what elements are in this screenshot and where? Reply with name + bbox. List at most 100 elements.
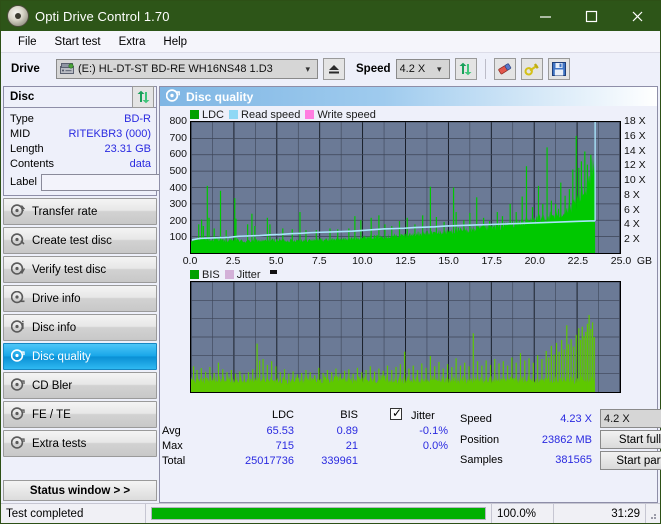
status-window-button[interactable]: Status window > >: [3, 480, 157, 501]
sidebar-item-label: Disc info: [32, 321, 77, 334]
axis-tick-label: 22.5: [567, 255, 589, 267]
axis-tick-label: 25.0: [610, 255, 632, 267]
drive-toolbar: Drive (E:) HL-DT-ST BD-RE WH16NS48 1.D3 …: [1, 53, 660, 85]
drive-icon: [60, 63, 74, 75]
axis-tick-label: 15.0: [438, 255, 459, 267]
disc-type-key: Type: [10, 112, 34, 125]
menu-item-extra[interactable]: Extra: [110, 34, 155, 50]
axis-unit-label: GB: [636, 255, 652, 267]
close-icon[interactable]: [614, 1, 660, 31]
chart-bis-y-axis: [162, 281, 190, 393]
stats-panel: LDC BIS Jitter Avg 65.53 0.89 -0.1% Max …: [160, 406, 661, 473]
stats-header-ldc: LDC: [271, 409, 294, 421]
axis-tick-label: 100: [169, 231, 187, 244]
stats-row-max: Max: [162, 440, 183, 452]
sidebar-item-extra-tests[interactable]: Extra tests: [3, 430, 157, 457]
sidebar-item-label: Disc quality: [32, 350, 91, 363]
maximize-icon[interactable]: [568, 1, 614, 31]
eject-button[interactable]: [323, 58, 345, 80]
axis-tick-label: 2 X: [624, 232, 640, 245]
axis-tick-label: 12.5: [395, 255, 416, 267]
sidebar-item-label: Transfer rate: [32, 205, 98, 218]
disc-row-mid: MID RITEKBR3 (000): [4, 126, 156, 141]
disc-icon: [10, 435, 25, 452]
test-speed-select[interactable]: 4.2 X ▾: [600, 409, 661, 428]
menu-item-file[interactable]: File: [9, 34, 46, 50]
legend-item-ldc: LDC: [190, 109, 224, 121]
stats-max-bis: 21: [345, 440, 358, 452]
progress-percent: 100.0%: [492, 504, 554, 523]
sidebar-item-label: Create test disc: [32, 234, 112, 247]
window-title: Opti Drive Control 1.70: [35, 8, 170, 24]
legend-swatch-ldc: [190, 110, 199, 119]
sidebar-item-cd-bler[interactable]: CD Bler: [3, 372, 157, 399]
stats-speed-label: Speed: [460, 413, 492, 425]
axis-tick-label: 10.0: [352, 255, 373, 267]
erase-button[interactable]: [493, 58, 516, 80]
stats-samples-value: 381565: [555, 454, 592, 466]
legend-swatch-write-speed: [305, 110, 315, 119]
chart-bis: BIS Jitter: [160, 268, 657, 407]
drive-select[interactable]: (E:) HL-DT-ST BD-RE WH16NS48 1.D3 ▾: [56, 59, 318, 79]
sidebar-item-create-test-disc[interactable]: Create test disc: [3, 227, 157, 254]
axis-tick-label: 0.0: [182, 255, 198, 267]
axis-tick-label: 14 X: [624, 144, 646, 157]
elapsed-time: 31:29: [554, 504, 646, 523]
disc-label-key: Label: [10, 176, 37, 188]
sidebar-item-drive-info[interactable]: Drive info: [3, 285, 157, 312]
disc-icon: [10, 261, 26, 278]
progress-bar: [146, 504, 492, 523]
disc-panel-header: Disc: [4, 86, 156, 108]
resize-grip[interactable]: [646, 509, 658, 521]
sidebar-item-label: Drive info: [32, 292, 81, 305]
status-bar: Test completed 100.0% 31:29: [1, 503, 660, 523]
stats-avg-ldc: 65.53: [266, 425, 294, 437]
disc-contents-key: Contents: [10, 157, 55, 170]
legend-swatch-bis: [190, 270, 199, 279]
sidebar-item-verify-test-disc[interactable]: Verify test disc: [3, 256, 157, 283]
refresh-button[interactable]: [454, 58, 477, 80]
sidebar-item-disc-quality[interactable]: Disc quality: [3, 343, 157, 370]
axis-tick-label: 500: [169, 164, 187, 177]
disc-type-value: BD-R: [124, 112, 151, 125]
sidebar-item-disc-info[interactable]: Disc info: [3, 314, 157, 341]
axis-tick-label: 20.0: [524, 255, 546, 267]
sidebar-item-label: CD Bler: [32, 379, 73, 392]
disc-icon: [10, 290, 25, 307]
start-full-button[interactable]: Start full: [600, 430, 661, 449]
sidebar-item-transfer-rate[interactable]: Transfer rate: [3, 198, 157, 225]
jitter-checkbox[interactable]: [390, 406, 402, 421]
disc-refresh-button[interactable]: [132, 86, 154, 108]
save-button[interactable]: [547, 58, 570, 80]
legend-item-bis: BIS: [190, 269, 220, 281]
disc-length-key: Length: [10, 142, 44, 155]
minimize-icon[interactable]: [522, 1, 568, 31]
axis-tick-label: 7.5: [311, 255, 327, 267]
axis-tick-label: 8 X: [624, 188, 640, 201]
start-part-button[interactable]: Start part: [600, 451, 661, 470]
speed-select[interactable]: 4.2 X ▾: [395, 59, 450, 79]
title-bar: Opti Drive Control 1.70: [1, 1, 660, 31]
menu-item-start-test[interactable]: Start test: [46, 34, 110, 50]
stats-avg-bis: 0.89: [336, 425, 358, 437]
disc-panel-title: Disc: [10, 91, 35, 103]
tools-icon: [524, 63, 539, 76]
axis-tick-label: 5.0: [268, 255, 284, 267]
toolbar-separator: [484, 59, 486, 79]
disc-mid-key: MID: [10, 127, 31, 140]
tools-button[interactable]: [520, 58, 543, 80]
legend-label-bis: BIS: [202, 268, 220, 281]
sidebar-item-fe-te[interactable]: FE / TE: [3, 401, 157, 428]
app-icon: [7, 5, 29, 27]
menu-item-help[interactable]: Help: [154, 34, 196, 50]
chart-ldc-y-axis: 100 200 300 400 500 600 700 800: [162, 116, 190, 254]
chevron-down-icon: ▾: [436, 63, 442, 74]
stats-row-total: Total: [162, 455, 186, 467]
eject-icon: [329, 65, 339, 74]
disc-icon: [10, 406, 25, 423]
sidebar-item-label: Extra tests: [32, 437, 87, 450]
disc-icon: [165, 88, 180, 105]
progress-fill: [152, 508, 485, 519]
eraser-icon: [497, 63, 511, 75]
refresh-icon: [459, 62, 472, 76]
